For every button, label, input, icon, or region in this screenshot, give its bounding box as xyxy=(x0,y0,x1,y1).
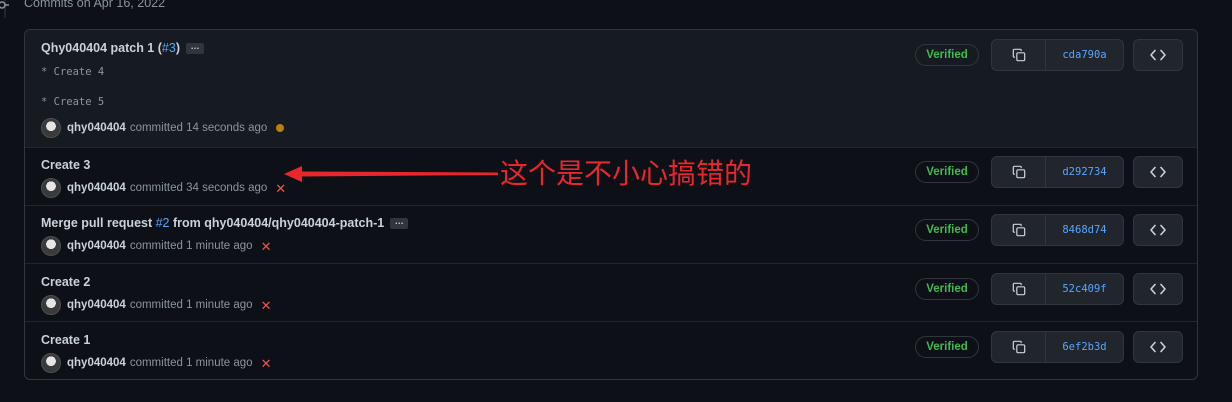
committed-label: committed xyxy=(129,299,183,311)
avatar[interactable] xyxy=(41,118,61,138)
commit-meta: qhy040404 committed 1 minute ago ✕ xyxy=(41,353,271,373)
verified-badge[interactable]: Verified xyxy=(915,278,979,300)
commit-title[interactable]: Qhy040404 patch 1 (#3) … xyxy=(41,41,204,55)
commit-row: Qhy040404 patch 1 (#3) … * Create 4 * Cre… xyxy=(25,30,1197,148)
commit-meta: qhy040404 committed 14 seconds ago xyxy=(41,118,285,138)
verified-badge[interactable]: Verified xyxy=(915,219,979,241)
commit-sha-link[interactable]: 6ef2b3d xyxy=(1046,332,1123,362)
commit-time[interactable]: 14 seconds ago xyxy=(186,122,267,134)
copy-icon xyxy=(1012,48,1025,62)
copy-sha-button[interactable] xyxy=(992,40,1046,70)
pending-status-icon[interactable] xyxy=(276,124,285,132)
failure-status-icon[interactable]: ✕ xyxy=(261,357,272,370)
copy-sha-button[interactable] xyxy=(992,332,1046,362)
verified-badge[interactable]: Verified xyxy=(915,44,979,66)
expand-message-button[interactable]: … xyxy=(390,217,409,230)
author-link[interactable]: qhy040404 xyxy=(67,357,126,369)
pr-link[interactable]: #2 xyxy=(156,216,170,230)
expand-message-button[interactable]: … xyxy=(185,42,204,55)
browse-repo-button[interactable] xyxy=(1133,331,1183,363)
committed-label: committed xyxy=(129,240,183,252)
annotation-arrow xyxy=(284,166,498,182)
avatar[interactable] xyxy=(41,178,61,198)
copy-sha-button[interactable] xyxy=(992,274,1046,304)
pr-link[interactable]: #3 xyxy=(162,41,176,55)
commit-group-header: Commits on Apr 16, 2022 xyxy=(24,0,166,10)
commit-description-line: * Create 5 xyxy=(41,96,105,108)
avatar[interactable] xyxy=(41,353,61,373)
commit-row: Create 1 qhy040404 committed 1 minute ag… xyxy=(25,322,1197,379)
author-link[interactable]: qhy040404 xyxy=(67,299,126,311)
commit-sha-link[interactable]: d292734 xyxy=(1046,157,1123,187)
sha-button-group: 6ef2b3d xyxy=(991,331,1124,363)
failure-status-icon[interactable]: ✕ xyxy=(261,240,272,253)
code-icon xyxy=(1150,166,1166,178)
copy-icon xyxy=(1012,223,1025,237)
commit-description-line: * Create 4 xyxy=(41,66,105,78)
code-icon xyxy=(1150,49,1166,61)
copy-icon xyxy=(1012,340,1025,354)
browse-repo-button[interactable] xyxy=(1133,156,1183,188)
browse-repo-button[interactable] xyxy=(1133,39,1183,71)
author-link[interactable]: qhy040404 xyxy=(67,122,126,134)
commit-title-text[interactable]: Merge pull request xyxy=(41,216,156,230)
commit-title[interactable]: Create 1 xyxy=(41,333,90,347)
commit-title[interactable]: Merge pull request #2 from qhy040404/qhy… xyxy=(41,216,409,230)
commit-sha-link[interactable]: 52c409f xyxy=(1046,274,1123,304)
copy-sha-button[interactable] xyxy=(992,215,1046,245)
commit-title-text[interactable]: Qhy040404 patch 1 ( xyxy=(41,41,162,55)
author-link[interactable]: qhy040404 xyxy=(67,182,126,194)
copy-icon xyxy=(1012,282,1025,296)
code-icon xyxy=(1150,224,1166,236)
sha-button-group: 52c409f xyxy=(991,273,1124,305)
commit-time[interactable]: 1 minute ago xyxy=(186,240,253,252)
sha-button-group: cda790a xyxy=(991,39,1124,71)
committed-label: committed xyxy=(129,182,183,194)
committed-label: committed xyxy=(129,122,183,134)
verified-badge[interactable]: Verified xyxy=(915,336,979,358)
verified-badge[interactable]: Verified xyxy=(915,161,979,183)
browse-repo-button[interactable] xyxy=(1133,214,1183,246)
sha-button-group: 8468d74 xyxy=(991,214,1124,246)
author-link[interactable]: qhy040404 xyxy=(67,240,126,252)
copy-sha-button[interactable] xyxy=(992,157,1046,187)
commit-sha-link[interactable]: cda790a xyxy=(1046,40,1123,70)
sha-button-group: d292734 xyxy=(991,156,1124,188)
failure-status-icon[interactable]: ✕ xyxy=(261,299,272,312)
commit-list: Qhy040404 patch 1 (#3) … * Create 4 * Cre… xyxy=(24,29,1198,380)
commit-row: Create 2 qhy040404 committed 1 minute ag… xyxy=(25,264,1197,322)
commit-icon xyxy=(0,1,9,9)
copy-icon xyxy=(1012,165,1025,179)
avatar[interactable] xyxy=(41,295,61,315)
commit-meta: qhy040404 committed 1 minute ago ✕ xyxy=(41,295,271,315)
commit-time[interactable]: 34 seconds ago xyxy=(186,182,267,194)
annotation: 这个是不小心搞错的 xyxy=(282,156,772,192)
avatar[interactable] xyxy=(41,236,61,256)
commit-title[interactable]: Create 3 xyxy=(41,158,90,172)
commit-sha-link[interactable]: 8468d74 xyxy=(1046,215,1123,245)
browse-repo-button[interactable] xyxy=(1133,273,1183,305)
commit-meta: qhy040404 committed 34 seconds ago ✕ xyxy=(41,178,286,198)
commit-title-suffix[interactable]: from qhy040404/qhy040404-patch-1 xyxy=(170,216,384,230)
commit-row: Merge pull request #2 from qhy040404/qhy… xyxy=(25,206,1197,264)
code-icon xyxy=(1150,341,1166,353)
code-icon xyxy=(1150,283,1166,295)
committed-label: committed xyxy=(129,357,183,369)
annotation-text: 这个是不小心搞错的 xyxy=(500,157,753,190)
commit-time[interactable]: 1 minute ago xyxy=(186,299,253,311)
commit-meta: qhy040404 committed 1 minute ago ✕ xyxy=(41,236,271,256)
commit-title-suffix[interactable]: ) xyxy=(176,41,180,55)
commit-time[interactable]: 1 minute ago xyxy=(186,357,253,369)
commit-title[interactable]: Create 2 xyxy=(41,275,90,289)
